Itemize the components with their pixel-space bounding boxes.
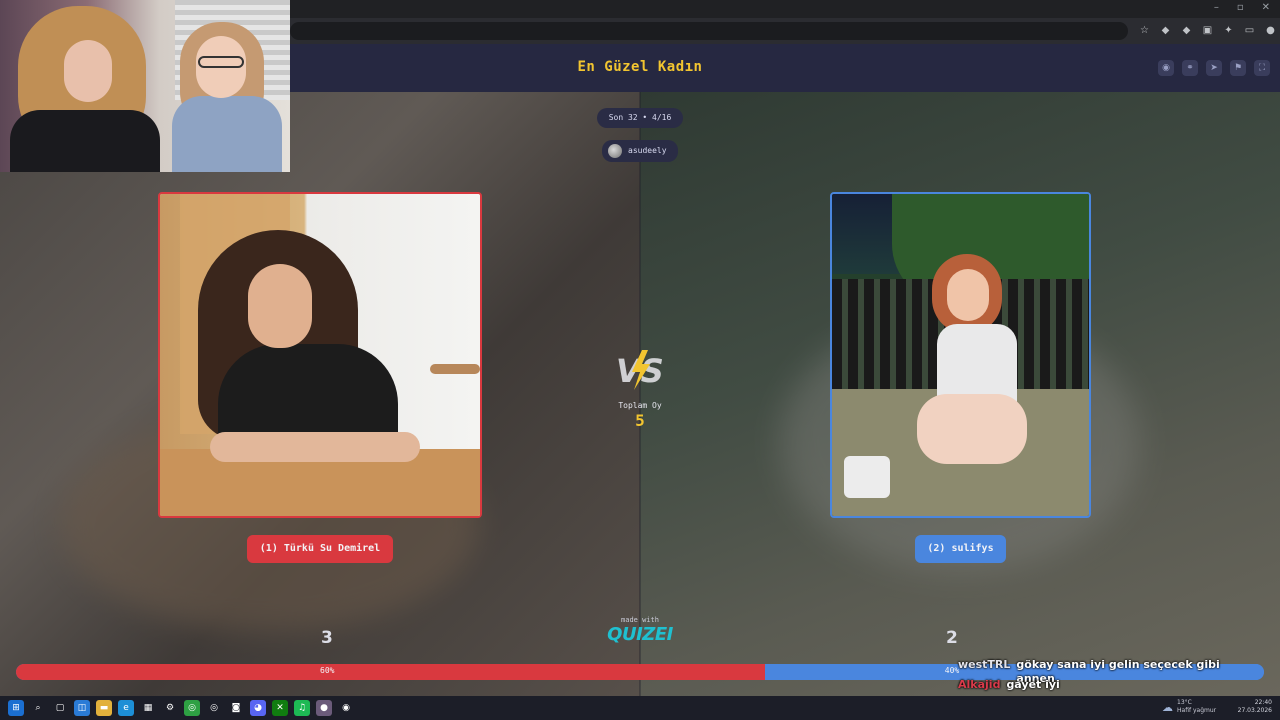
maximize-icon[interactable]: ▫	[1237, 2, 1244, 13]
camera-icon[interactable]: ◙	[228, 700, 244, 716]
right-candidate-name-button[interactable]: (2) sulifys	[915, 535, 1006, 563]
address-bar[interactable]	[290, 22, 1128, 40]
total-votes-label: Toplam Oy	[618, 401, 662, 410]
header-actions: ◉ ⚭ ➤ ⚑ ⛶	[1158, 60, 1270, 76]
xbox-icon[interactable]: ✕	[272, 700, 288, 716]
quizei-logo[interactable]: QUIZEI	[600, 624, 680, 645]
taskbar: ⊞ ⌕ ▢ ◫ ▬ e ▦ ⚙ ◎ ◎ ◙ ◕ ✕ ♫ ● ◉ ☁ 13°C H…	[0, 696, 1280, 720]
widgets-icon[interactable]: ◫	[74, 700, 90, 716]
taskbar-apps: ⊞ ⌕ ▢ ◫ ▬ e ▦ ⚙ ◎ ◎ ◙ ◕ ✕ ♫ ● ◉	[8, 700, 354, 716]
creator-name: asudeely	[628, 146, 667, 155]
webcam-overlay	[0, 0, 290, 172]
store-icon[interactable]: ▦	[140, 700, 156, 716]
made-with-label: made with	[621, 616, 659, 624]
chrome-icon[interactable]: ◎	[184, 700, 200, 716]
chat-username: Alkajid	[958, 678, 1001, 691]
photo-face	[947, 269, 989, 321]
streamer-1-body	[10, 110, 160, 172]
extension-icon[interactable]: ◆	[1180, 24, 1193, 37]
extensions-puzzle-icon[interactable]: ✦	[1222, 24, 1235, 37]
window-controls: – ▫ ✕	[1214, 2, 1270, 13]
system-clock[interactable]: 22:40 27.03.2026	[1238, 699, 1272, 715]
chat-username: westTRL	[958, 658, 1011, 671]
flag-icon[interactable]: ⚑	[1230, 60, 1246, 76]
left-candidate-image[interactable]	[158, 192, 482, 518]
obs-icon[interactable]: ●	[316, 700, 332, 716]
steam-icon[interactable]: ◉	[338, 700, 354, 716]
round-indicator: Son 32 • 4/16	[597, 108, 683, 128]
link-icon[interactable]: ⚭	[1182, 60, 1198, 76]
edge-icon[interactable]: e	[118, 700, 134, 716]
photo-stool	[430, 364, 480, 374]
weather-description: Hafif yağmur	[1177, 707, 1217, 714]
discord-icon[interactable]: ◕	[250, 700, 266, 716]
eye-icon[interactable]: ◉	[1158, 60, 1174, 76]
left-candidate-name-button[interactable]: (1) Türkü Su Demirel	[247, 535, 393, 563]
weather-temperature: 13°C	[1177, 699, 1192, 706]
spotify-icon[interactable]: ♫	[294, 700, 310, 716]
close-icon[interactable]: ✕	[1262, 2, 1270, 13]
left-vote-bar: 60%	[16, 664, 765, 680]
minimize-icon[interactable]: –	[1214, 2, 1219, 13]
creator-badge[interactable]: asudeely	[602, 140, 678, 162]
extension-icon[interactable]: ◆	[1159, 24, 1172, 37]
file-explorer-icon[interactable]: ▬	[96, 700, 112, 716]
extension-icon[interactable]: ▣	[1201, 24, 1214, 37]
send-icon[interactable]: ➤	[1206, 60, 1222, 76]
bookmark-star-icon[interactable]: ☆	[1138, 24, 1151, 37]
sidebar-icon[interactable]: ▭	[1243, 24, 1256, 37]
photo-bag	[844, 456, 890, 498]
settings-icon[interactable]: ⚙	[162, 700, 178, 716]
left-percent-label: 60%	[320, 666, 335, 675]
task-view-icon[interactable]: ▢	[52, 700, 68, 716]
photo-arms	[210, 432, 420, 462]
photo-face	[248, 264, 312, 348]
clock-date: 27.03.2026	[1237, 707, 1272, 714]
streamer-2-glasses	[198, 56, 244, 68]
total-votes-value: 5	[635, 411, 645, 430]
rain-cloud-icon: ☁	[1162, 700, 1173, 714]
right-vote-count: 2	[946, 628, 958, 648]
chat-message: westTRL gökay sana iyi gelin seçecek gib…	[958, 658, 1258, 685]
right-candidate-image[interactable]	[830, 192, 1091, 518]
profile-avatar-icon[interactable]: ●	[1264, 24, 1277, 37]
vs-icon: VS	[616, 350, 664, 390]
clock-time: 22:40	[1254, 699, 1272, 706]
weather-widget[interactable]: ☁ 13°C Hafif yağmur	[1162, 699, 1216, 715]
left-vote-count: 3	[321, 628, 333, 648]
streamer-2-body	[172, 96, 282, 172]
chat-text: gayet iyi	[1006, 678, 1060, 691]
fullscreen-icon[interactable]: ⛶	[1254, 60, 1270, 76]
center-divider	[639, 92, 641, 696]
windows-start-icon[interactable]: ⊞	[8, 700, 24, 716]
browser-toolbar: ☆ ◆ ◆ ▣ ✦ ▭ ● ⋮	[1138, 24, 1280, 37]
chrome-icon[interactable]: ◎	[206, 700, 222, 716]
streamer-1-face	[64, 40, 112, 102]
search-icon[interactable]: ⌕	[30, 700, 46, 716]
avatar	[608, 144, 622, 158]
photo-legs	[917, 394, 1027, 464]
